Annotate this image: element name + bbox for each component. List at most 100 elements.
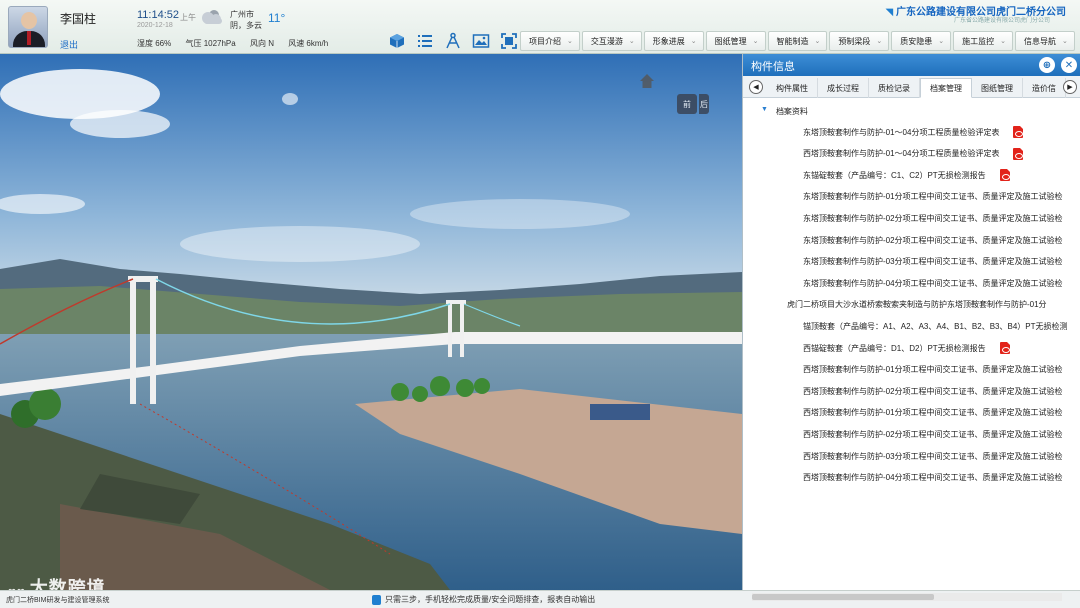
weather-metrics: 湿度 66% 气压 1027hPa 风向 N 风速 6km/h xyxy=(137,38,340,49)
tab-scroll-left-icon[interactable]: ◀ xyxy=(749,80,763,94)
view-back-button[interactable]: 后 xyxy=(699,94,709,114)
archive-file-row[interactable]: 西锚碇鞍套（产品编号：D1、D2）PT无损检测报告 xyxy=(803,340,1010,356)
list-icon[interactable] xyxy=(416,32,434,50)
company-subtitle: 广东省公路建设有限公司虎门分公司 xyxy=(953,18,1050,24)
nav-progress[interactable]: 形象进展 ⌄ xyxy=(643,31,704,51)
header-bar: 李国柱 退出 11:14:52 上午 2020-12-18 广州市 阴，多云 1… xyxy=(0,0,1080,54)
archive-file-name: 东塔顶鞍套制作与防护-01分项工程中间交工证书、质量评定及施工试验检 xyxy=(803,192,1063,202)
nav-construction-monitor[interactable]: 施工监控 ⌄ xyxy=(953,31,1013,51)
archive-file-row[interactable]: 东塔顶鞍套制作与防护-01～04分项工程质量检验评定表 xyxy=(803,124,1024,140)
archive-file-name: 东塔顶鞍套制作与防护-01～04分项工程质量检验评定表 xyxy=(803,127,1000,137)
view-toolbar xyxy=(388,32,518,50)
chevron-down-icon: ⌄ xyxy=(752,38,759,45)
archive-file-row[interactable]: 东锚碇鞍套（产品编号：C1、C2）PT无损检测报告 xyxy=(803,167,1010,183)
tab-inspection-records[interactable]: 质检记录 xyxy=(869,78,920,98)
status-hint[interactable]: 只需三步，手机轻松完成质量/安全问题排查，报表自动输出 xyxy=(372,594,595,605)
tree-root[interactable]: ▼ 档案资料 xyxy=(761,106,808,117)
archive-file-row[interactable]: 西塔顶鞍套制作与防护-01分项工程中间交工证书、质量评定及施工试验检 xyxy=(803,362,1063,378)
chevron-down-icon: ⌄ xyxy=(1000,38,1006,45)
archive-file-row[interactable]: 东塔顶鞍套制作与防护-02分项工程中间交工证书、质量评定及施工试验检 xyxy=(803,232,1063,248)
clock-ampm: 上午 xyxy=(180,13,196,22)
chevron-down-icon: ⌄ xyxy=(628,38,635,45)
cube-icon[interactable] xyxy=(388,32,406,50)
archive-file-row[interactable]: 西塔顶鞍套制作与防护-01分项工程中间交工证书、质量评定及施工试验检 xyxy=(803,405,1063,421)
bridge-scene[interactable] xyxy=(0,54,742,590)
pin-icon[interactable]: ⊕ xyxy=(1039,57,1055,73)
archive-file-name: 东塔顶鞍套制作与防护-02分项工程中间交工证书、质量评定及施工试验检 xyxy=(803,235,1063,245)
component-info-panel: 构件信息 ⊕ ✕ ◀ 构件属性 成长过程 质检记录 档案管理 图纸管理 造价信 … xyxy=(742,54,1080,590)
archive-file-name: 西塔顶鞍套制作与防护-01分项工程中间交工证书、质量评定及施工试验检 xyxy=(803,408,1063,418)
archive-file-row[interactable]: 虎门二桥项目大沙水道桥索鞍索夹制造与防护东塔顶鞍套制作与防护-01分 xyxy=(787,297,1047,313)
archive-file-name: 西塔顶鞍套制作与防护-01～04分项工程质量检验评定表 xyxy=(803,149,1000,159)
archive-file-name: 西塔顶鞍套制作与防护-04分项工程中间交工证书、质量评定及施工试验检 xyxy=(803,473,1063,483)
tab-scroll-right-icon[interactable]: ▶ xyxy=(1063,80,1077,94)
archive-file-row[interactable]: 东塔顶鞍套制作与防护-02分项工程中间交工证书、质量评定及施工试验检 xyxy=(803,210,1063,226)
close-icon[interactable]: ✕ xyxy=(1061,57,1077,73)
archive-file-name: 东塔顶鞍套制作与防护-04分项工程中间交工证书、质量评定及施工试验检 xyxy=(803,278,1063,288)
archive-file-row[interactable]: 锚顶鞍套（产品编号：A1、A2、A3、A4、B1、B2、B3、B4）PT无损检测 xyxy=(803,318,1068,334)
pdf-file-icon[interactable] xyxy=(999,169,1010,182)
pdf-file-icon[interactable] xyxy=(999,342,1010,354)
pressure: 气压 1027hPa xyxy=(185,39,236,48)
clock-date: 2020-12-18 xyxy=(137,22,173,29)
archive-file-name: 西塔顶鞍套制作与防护-02分项工程中间交工证书、质量评定及施工试验检 xyxy=(803,429,1063,439)
nav-drawings[interactable]: 图纸管理 ⌄ xyxy=(705,31,766,51)
weather-city: 广州市 xyxy=(230,10,254,19)
tab-archive-management[interactable]: 档案管理 xyxy=(920,78,972,98)
nav-smart-manufacturing[interactable]: 智能制造 ⌄ xyxy=(767,31,828,51)
archive-file-row[interactable]: 西塔顶鞍套制作与防护-04分项工程中间交工证书、质量评定及施工试验检 xyxy=(803,470,1063,486)
tab-drawing-management[interactable]: 图纸管理 xyxy=(972,78,1023,98)
tab-growth-process[interactable]: 成长过程 xyxy=(818,78,869,98)
wind-speed: 风速 6km/h xyxy=(288,39,329,48)
chevron-down-icon: ⌄ xyxy=(938,38,945,45)
mobile-icon xyxy=(372,594,381,605)
archive-file-name: 西塔顶鞍套制作与防护-02分项工程中间交工证书、质量评定及施工试验检 xyxy=(803,386,1063,396)
wind-direction: 风向 N xyxy=(249,39,274,48)
logout-link[interactable]: 退出 xyxy=(60,38,78,51)
archive-file-row[interactable]: 西塔顶鞍套制作与防护-02分项工程中间交工证书、质量评定及施工试验检 xyxy=(803,426,1063,442)
archive-file-row[interactable]: 西塔顶鞍套制作与防护-01～04分项工程质量检验评定表 xyxy=(803,146,1024,162)
main-nav: 项目介绍 ⌄ 交互漫游 ⌄ 形象进展 ⌄ 图纸管理 ⌄ 智能制造 ⌄ 预制梁段 ⌄ 质安隐患… xyxy=(520,31,1075,51)
pdf-file-icon[interactable] xyxy=(1013,126,1024,138)
archive-file-row[interactable]: 东塔顶鞍套制作与防护-04分项工程中间交工证书、质量评定及施工试验检 xyxy=(803,275,1063,291)
chevron-down-icon: ⌄ xyxy=(690,38,697,45)
image-icon[interactable] xyxy=(472,32,490,50)
home-icon[interactable] xyxy=(638,72,656,90)
weather-condition: 阴，多云 xyxy=(230,21,262,30)
archive-file-name: 锚顶鞍套（产品编号：A1、A2、A3、A4、B1、B2、B3、B4）PT无损检测 xyxy=(803,321,1068,331)
status-app-name: 虎门二桥BIM研发与建设管理系统 xyxy=(6,597,110,604)
archive-file-row[interactable]: 西塔顶鞍套制作与防护-03分项工程中间交工证书、质量评定及施工试验检 xyxy=(803,448,1063,464)
tab-cost-info[interactable]: 造价信 xyxy=(1023,78,1066,98)
archive-tree: ▼ 档案资料 东塔顶鞍套制作与防护-01～04分项工程质量检验评定表 西塔顶鞍套制… xyxy=(743,104,1080,584)
chevron-down-icon: ⌄ xyxy=(567,38,573,45)
clock-time: 11:14:52 xyxy=(137,9,180,21)
nav-project-intro[interactable]: 项目介绍 ⌄ xyxy=(520,31,580,51)
archive-file-name: 东塔顶鞍套制作与防护-02分项工程中间交工证书、质量评定及施工试验检 xyxy=(803,213,1063,223)
archive-file-row[interactable]: 东塔顶鞍套制作与防护-03分项工程中间交工证书、质量评定及施工试验检 xyxy=(803,254,1063,270)
panel-header: 构件信息 ⊕ ✕ xyxy=(743,54,1080,76)
scrollbar-thumb[interactable] xyxy=(752,594,934,600)
nav-safety-hazards[interactable]: 质安隐患 ⌄ xyxy=(891,31,952,51)
chevron-down-icon: ⌄ xyxy=(1062,38,1068,45)
chevron-down-icon: ⌄ xyxy=(814,38,821,45)
weather-temperature: 11° xyxy=(268,11,286,25)
nav-interactive-roam[interactable]: 交互漫游 ⌄ xyxy=(581,31,642,51)
archive-file-name: 虎门二桥项目大沙水道桥索鞍索夹制造与防护东塔顶鞍套制作与防护-01分 xyxy=(787,300,1047,310)
tab-component-attributes[interactable]: 构件属性 xyxy=(767,78,818,98)
cloudy-weather-icon xyxy=(202,10,222,24)
fullscreen-icon[interactable] xyxy=(500,32,518,50)
measure-icon[interactable] xyxy=(444,32,462,50)
archive-file-row[interactable]: 西塔顶鞍套制作与防护-02分项工程中间交工证书、质量评定及施工试验检 xyxy=(803,383,1063,399)
nav-precast-beam[interactable]: 预制梁段 ⌄ xyxy=(829,31,890,51)
humidity: 湿度 66% xyxy=(137,39,172,48)
archive-file-row[interactable]: 东塔顶鞍套制作与防护-01分项工程中间交工证书、质量评定及施工试验检 xyxy=(803,189,1063,205)
expand-triangle-icon[interactable]: ▼ xyxy=(761,106,768,117)
nav-info-navigation[interactable]: 信息导航 ⌄ xyxy=(1015,31,1075,51)
panel-horizontal-scrollbar[interactable] xyxy=(752,593,1062,601)
bim-3d-viewport[interactable]: 前 后 ∞∞大数跨境 xyxy=(0,54,742,590)
archive-file-name: 东锚碇鞍套（产品编号：C1、C2）PT无损检测报告 xyxy=(803,170,986,180)
archive-file-name: 东塔顶鞍套制作与防护-03分项工程中间交工证书、质量评定及施工试验检 xyxy=(803,257,1063,267)
view-front-button[interactable]: 前 xyxy=(677,94,697,114)
pdf-file-icon[interactable] xyxy=(1013,147,1024,160)
user-avatar[interactable] xyxy=(8,6,48,48)
